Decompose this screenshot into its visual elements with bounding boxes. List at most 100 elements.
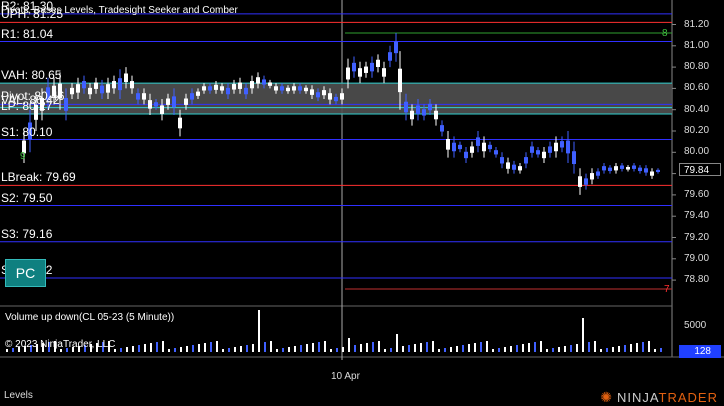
price-bar-body bbox=[590, 173, 594, 180]
price-bar-body bbox=[328, 93, 332, 100]
price-bar-body bbox=[340, 93, 344, 100]
volume-bar bbox=[366, 343, 368, 352]
ninjatrader-logo: ✺ NINJATRADER bbox=[600, 389, 718, 405]
price-bar-body bbox=[458, 144, 462, 150]
volume-bar bbox=[246, 345, 248, 352]
price-bar-body bbox=[500, 157, 504, 164]
level-label-7: S1: 80.10 bbox=[1, 124, 53, 139]
pc-button[interactable]: PC bbox=[5, 259, 46, 287]
volume-bar bbox=[432, 341, 434, 352]
price-bar-body bbox=[632, 165, 636, 169]
volume-bar bbox=[618, 346, 620, 352]
price-bar-body bbox=[178, 117, 182, 129]
volume-bar bbox=[150, 343, 152, 352]
price-bar-body bbox=[470, 146, 474, 153]
volume-bar bbox=[426, 342, 428, 352]
price-bar-body bbox=[238, 82, 242, 89]
volume-bar bbox=[546, 349, 548, 352]
price-tick-6: 80.00 bbox=[684, 146, 710, 158]
volume-bar bbox=[522, 344, 524, 352]
price-bar-body bbox=[370, 62, 374, 72]
price-bar-body bbox=[394, 41, 398, 54]
price-bar-body bbox=[488, 144, 492, 150]
volume-bar bbox=[552, 348, 554, 352]
price-bar-body bbox=[346, 67, 350, 80]
left-marker: 9 bbox=[20, 151, 26, 162]
volume-bar bbox=[642, 342, 644, 352]
price-bar-body bbox=[644, 168, 648, 173]
price-bar-body bbox=[160, 105, 164, 114]
volume-bar bbox=[180, 347, 182, 352]
price-bar-body bbox=[256, 77, 260, 84]
levels-tab[interactable]: Levels bbox=[4, 389, 33, 403]
price-bar-body bbox=[202, 86, 206, 91]
volume-bar bbox=[270, 341, 272, 352]
price-tick-11: 79.00 bbox=[684, 252, 710, 264]
price-bar-body bbox=[422, 109, 426, 116]
volume-bar bbox=[120, 348, 122, 352]
volume-bar bbox=[294, 346, 296, 352]
volume-bar bbox=[444, 348, 446, 352]
volume-bar bbox=[564, 346, 566, 352]
price-bar-body bbox=[148, 100, 152, 109]
price-bar-body bbox=[190, 93, 194, 100]
price-bar-body bbox=[268, 82, 272, 86]
price-tick-1: 81.00 bbox=[684, 39, 710, 51]
volume-bar bbox=[402, 346, 404, 352]
price-bar-body bbox=[214, 84, 218, 90]
price-bar-body bbox=[626, 166, 630, 170]
price-tick-12: 78.80 bbox=[684, 274, 710, 286]
date-label: 10 Apr bbox=[331, 371, 360, 382]
volume-bar bbox=[624, 345, 626, 352]
price-bar-body bbox=[566, 140, 570, 154]
price-bar-body bbox=[656, 169, 660, 173]
price-bar-body bbox=[316, 92, 320, 98]
volume-bar bbox=[168, 349, 170, 352]
volume-bar bbox=[228, 348, 230, 352]
volume-bar bbox=[540, 341, 542, 352]
volume-bar bbox=[360, 344, 362, 352]
volume-bar bbox=[390, 348, 392, 352]
seeker-count: 8 bbox=[662, 28, 668, 39]
last-volume-tag: 128 bbox=[679, 345, 721, 358]
volume-bar bbox=[534, 342, 536, 352]
volume-bar bbox=[234, 347, 236, 352]
volume-bar bbox=[648, 341, 650, 352]
price-bar-body bbox=[82, 81, 86, 89]
price-bar-body bbox=[322, 90, 326, 96]
volume-bar bbox=[378, 341, 380, 352]
last-price-tag: 79.84 bbox=[679, 163, 721, 176]
price-bar-body bbox=[118, 78, 122, 91]
volume-bar bbox=[384, 349, 386, 352]
price-bar-body bbox=[398, 68, 402, 93]
volume-bar bbox=[504, 347, 506, 352]
price-bar-body bbox=[262, 79, 266, 85]
price-bar-body bbox=[130, 81, 134, 89]
price-bar-body bbox=[136, 93, 140, 100]
price-bar-body bbox=[142, 93, 146, 100]
volume-axis-tick: 5000 bbox=[684, 320, 707, 331]
price-bar-body bbox=[274, 86, 278, 91]
level-label-9: S2: 79.50 bbox=[1, 190, 53, 205]
volume-bar bbox=[240, 346, 242, 352]
volume-bar bbox=[210, 342, 212, 352]
volume-bar bbox=[252, 344, 254, 352]
volume-bar bbox=[498, 348, 500, 352]
price-bar-body bbox=[416, 105, 420, 114]
volume-bar bbox=[216, 341, 218, 352]
price-tick-5: 80.20 bbox=[684, 125, 710, 136]
volume-bar bbox=[156, 342, 158, 352]
volume-bar bbox=[594, 341, 596, 352]
price-bar-body bbox=[554, 142, 558, 152]
price-tick-0: 81.20 bbox=[684, 18, 710, 30]
price-bar-body bbox=[70, 87, 74, 95]
price-bar-body bbox=[578, 176, 582, 187]
price-bar-body bbox=[382, 68, 386, 77]
volume-bar bbox=[132, 346, 134, 352]
price-bar-body bbox=[584, 178, 588, 185]
volume-bar bbox=[486, 341, 488, 352]
price-bar-body bbox=[172, 96, 176, 108]
volume-bar bbox=[492, 349, 494, 352]
price-bar-body bbox=[292, 86, 296, 91]
volume-bar bbox=[510, 346, 512, 352]
